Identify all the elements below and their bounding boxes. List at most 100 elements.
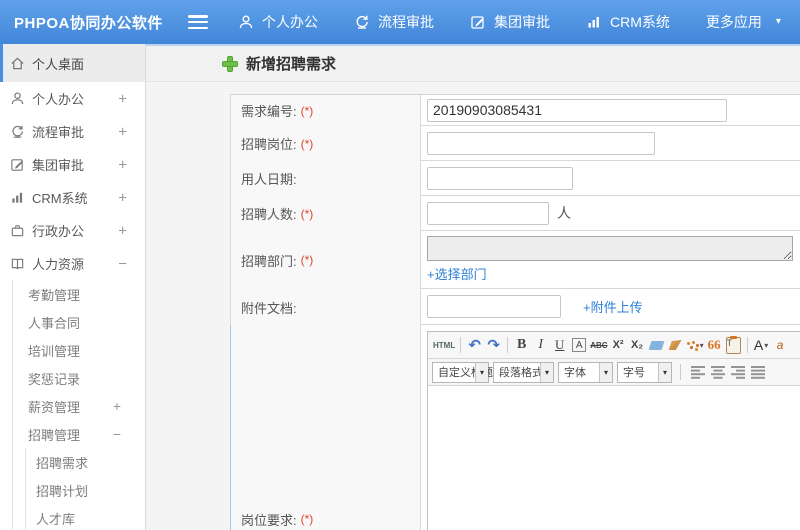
font-color-button[interactable]: A ▾ [753, 335, 770, 355]
font-family-select[interactable]: 字体 ▾ [558, 361, 613, 383]
demand-no-input[interactable] [427, 98, 727, 122]
nav-crm-system[interactable]: CRM系统 [586, 12, 670, 32]
sidebar-subitem-hr-contract[interactable]: 人事合同 [13, 308, 145, 336]
field-value-cell [421, 126, 800, 160]
autotypeset-button[interactable]: a [772, 335, 789, 355]
recruit-demand-form: 需求编号: (*) 招聘岗位: (*) 用人日期: [230, 94, 800, 530]
required-marker: (*) [300, 206, 314, 221]
paste-icon[interactable]: T [725, 335, 742, 355]
bar-chart-icon [586, 14, 602, 30]
underline-button[interactable]: U [551, 335, 568, 355]
align-left-icon[interactable] [691, 365, 706, 379]
expand-icon[interactable]: + [118, 123, 127, 140]
headcount-input[interactable] [427, 201, 549, 225]
sidebar-subitem-training[interactable]: 培训管理 [13, 336, 145, 364]
form-row-headcount: 招聘人数: (*) 人 [230, 196, 800, 231]
sidebar-item-personal-office[interactable]: 个人办公 + [0, 82, 145, 115]
sidebar-item-crm-system[interactable]: CRM系统 + [0, 181, 145, 214]
nav-label: 集团审批 [494, 14, 550, 30]
sidebar-subitem-label: 人事合同 [28, 315, 81, 331]
sidebar-item-workflow-approval[interactable]: 流程审批 + [0, 115, 145, 148]
main-content: 新增招聘需求 需求编号: (*) 招聘岗位: (*) 用人日期: [146, 44, 800, 530]
attachment-input[interactable] [427, 295, 561, 318]
sidebar-item-group-approval[interactable]: 集团审批 + [0, 148, 145, 181]
sidebar-subitem-attendance[interactable]: 考勤管理 [13, 280, 145, 308]
redo-icon[interactable]: ↷ [485, 335, 502, 355]
headcount-unit: 人 [557, 205, 571, 221]
user-icon [9, 91, 25, 106]
department-textarea[interactable] [427, 236, 793, 261]
hamburger-menu-icon[interactable] [188, 15, 208, 29]
sidebar-item-label: 人力资源 [32, 257, 85, 272]
home-icon [9, 56, 25, 71]
add-plus-icon [222, 56, 238, 72]
caret-down-icon: ▾ [764, 340, 769, 350]
sidebar-subitem-label: 薪资管理 [28, 399, 81, 415]
editor-toolbar-row1: HTML ↶ ↷ B I U A ABC X² X₂ ▾ 66 T A ▾ a [428, 332, 800, 359]
expand-icon[interactable]: + [113, 398, 121, 414]
sidebar-item-label: CRM系统 [32, 191, 88, 206]
nav-personal-office[interactable]: 个人办公 [238, 12, 318, 32]
attachment-upload-link[interactable]: +附件上传 [583, 297, 643, 316]
sidebar-subitem-label: 培训管理 [28, 343, 81, 359]
paragraph-format-select[interactable]: 段落格式 ▾ [493, 361, 554, 383]
spray-color-icon[interactable]: ▾ [686, 335, 704, 355]
align-justify-icon[interactable] [751, 365, 766, 379]
select-department-link[interactable]: +选择部门 [427, 264, 487, 283]
editor-content-area[interactable] [428, 386, 800, 530]
strikethrough-button[interactable]: ABC [590, 335, 607, 355]
nav-label: 个人办公 [262, 14, 318, 30]
workflow-icon [9, 124, 25, 139]
field-label: 附件文档: [241, 300, 297, 316]
collapse-icon[interactable]: − [118, 255, 127, 272]
sidebar-subitem-recruitment[interactable]: 招聘管理 − [13, 420, 145, 448]
sidebar: 个人桌面 个人办公 + 流程审批 + 集团审批 + CRM系统 + 行政办公 + [0, 44, 146, 530]
field-label: 招聘岗位: [241, 137, 297, 152]
source-code-button[interactable]: HTML [433, 335, 455, 355]
field-label-cell: 招聘人数: (*) [230, 196, 421, 231]
expand-icon[interactable]: + [118, 222, 127, 239]
field-label: 岗位要求: [241, 512, 297, 528]
sidebar-subitem-rewards[interactable]: 奖惩记录 [13, 364, 145, 392]
expand-icon[interactable]: + [118, 156, 127, 173]
sidebar-item-human-resources[interactable]: 人力资源 − [0, 247, 145, 280]
nav-workflow-approval[interactable]: 流程审批 [354, 12, 434, 32]
nav-more-apps[interactable]: 更多应用 [706, 12, 762, 32]
required-marker: (*) [300, 103, 314, 118]
blockquote-button[interactable]: 66 [706, 335, 723, 355]
eraser-icon[interactable] [648, 335, 665, 355]
sidebar-item-admin-office[interactable]: 行政办公 + [0, 214, 145, 247]
sidebar-subitem-salary[interactable]: 薪资管理 + [13, 392, 145, 420]
position-input[interactable] [427, 131, 655, 155]
sidebar-subitem-recruit-plan[interactable]: 招聘计划 [26, 476, 145, 504]
sidebar-subitem-talent-pool[interactable]: 人才库 [26, 504, 145, 530]
align-right-icon[interactable] [731, 365, 746, 379]
sidebar-subitem-label: 奖惩记录 [28, 371, 81, 387]
caret-down-icon: ▾ [540, 362, 553, 382]
superscript-button[interactable]: X² [610, 335, 627, 355]
hire-date-input[interactable] [427, 166, 573, 190]
page-title: 新增招聘需求 [246, 56, 337, 73]
field-label: 招聘人数: [241, 207, 297, 222]
sidebar-item-personal-desktop[interactable]: 个人桌面 [0, 44, 145, 82]
more-apps-caret[interactable]: ▾ [776, 17, 781, 27]
sidebar-item-label: 集团审批 [32, 158, 85, 173]
expand-icon[interactable]: + [118, 90, 127, 107]
subscript-button[interactable]: X₂ [629, 335, 646, 355]
font-size-select[interactable]: 字号 ▾ [617, 361, 672, 383]
align-center-icon[interactable] [711, 365, 726, 379]
form-row-requirements: 岗位要求: (*) HTML ↶ ↷ B I U A ABC X² X₂ ▾ 6… [230, 325, 800, 530]
sidebar-subitem-label: 人才库 [36, 511, 76, 527]
edit-icon [9, 157, 25, 172]
caret-down-icon: ▾ [775, 16, 781, 27]
font-border-button[interactable]: A [572, 338, 587, 352]
bold-button[interactable]: B [513, 335, 530, 355]
custom-title-select[interactable]: 自定义标题 ▾ [432, 361, 493, 383]
nav-group-approval[interactable]: 集团审批 [470, 12, 550, 32]
collapse-icon[interactable]: − [113, 426, 121, 442]
sidebar-subitem-recruit-demand[interactable]: 招聘需求 [26, 448, 145, 476]
italic-button[interactable]: I [532, 335, 549, 355]
undo-icon[interactable]: ↶ [466, 335, 483, 355]
expand-icon[interactable]: + [118, 189, 127, 206]
format-brush-icon[interactable] [667, 335, 684, 355]
